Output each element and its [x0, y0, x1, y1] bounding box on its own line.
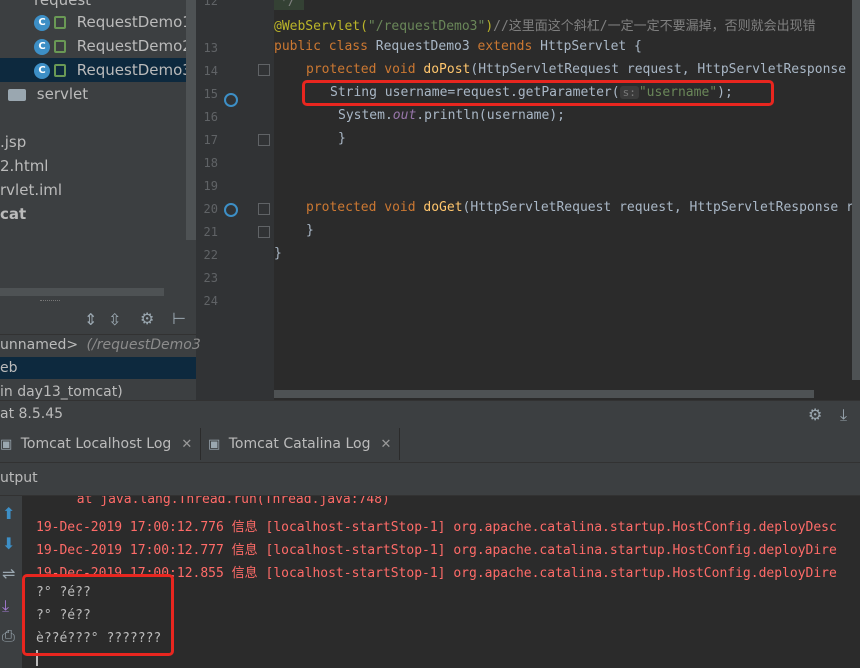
arrow-up-icon[interactable]: ⬆: [2, 504, 15, 523]
lock-icon: [54, 64, 66, 77]
highlight-box-getparameter: [302, 80, 774, 106]
editor-gutter: 12 13 14 15 16 17 18 19 20 21 22 23 24: [196, 0, 274, 400]
code-line-14: public class RequestDemo3 extends HttpSe…: [274, 39, 642, 54]
services-item-unnamed[interactable]: unnamed> (/requestDemo3: [0, 334, 201, 356]
fold-icon[interactable]: [258, 134, 270, 146]
collapse-all-icon[interactable]: ⇳: [108, 310, 121, 329]
fold-icon[interactable]: [258, 226, 270, 238]
console-icon: ▣: [208, 437, 221, 452]
vertical-scrollbar[interactable]: [186, 0, 196, 240]
gear-icon[interactable]: ⚙: [808, 405, 822, 424]
arrow-down-icon[interactable]: ⬇: [2, 534, 15, 553]
soft-wrap-icon[interactable]: ⇌: [2, 564, 15, 583]
code-line-17: System.out.println(username);: [338, 108, 565, 123]
override-method-icon[interactable]: [224, 93, 238, 107]
fold-icon[interactable]: [258, 64, 270, 76]
services-item-web[interactable]: eb: [0, 357, 196, 379]
code-line-13: @WebServlet("/requestDemo3")//这里面这个斜杠/一定…: [274, 19, 816, 34]
tree-item-requestdemo3[interactable]: C RequestDemo3: [0, 58, 196, 82]
highlight-box-garbled-output: [22, 574, 174, 656]
tree-file-iml[interactable]: rvlet.iml: [0, 178, 62, 202]
editor-horizontal-scrollbar[interactable]: [274, 390, 814, 398]
hide-panel-icon[interactable]: ⤓: [840, 405, 847, 425]
services-toolbar: ⇕ ⇳ ⚙ ⊢: [0, 306, 196, 335]
tab-tomcat-localhost-log[interactable]: ▣ Tomcat Localhost Log ✕: [0, 428, 202, 460]
tree-file-html[interactable]: 2.html: [0, 154, 48, 178]
gear-icon[interactable]: ⚙: [140, 309, 154, 328]
tree-item-tomcat[interactable]: cat: [0, 202, 26, 226]
code-editor[interactable]: */ @WebServlet("/requestDemo3")//这里面这个斜杠…: [274, 0, 860, 400]
pin-icon[interactable]: ⊢: [172, 309, 186, 328]
print-icon[interactable]: ⎙: [2, 626, 15, 646]
lock-icon: [54, 40, 66, 53]
output-header: utput: [0, 463, 860, 496]
horizontal-scrollbar[interactable]: [0, 288, 164, 296]
tree-item-requestdemo2[interactable]: C RequestDemo2: [34, 34, 196, 58]
log-tabs: ▣ Tomcat Localhost Log ✕ ▣ Tomcat Catalin…: [0, 428, 860, 463]
tree-folder-servlet[interactable]: servlet: [8, 82, 88, 106]
console-side-toolbar: ⬆ ⬇ ⇌ ⤓ ⎙: [0, 496, 22, 668]
folder-icon: [8, 88, 26, 101]
fold-icon[interactable]: [258, 203, 270, 215]
expand-all-icon[interactable]: ⇕: [84, 310, 97, 329]
class-icon: C: [34, 38, 50, 55]
close-icon[interactable]: ✕: [181, 437, 192, 452]
code-line-21: protected void doGet(HttpServletRequest …: [306, 200, 854, 215]
tree-file-jsp[interactable]: .jsp: [0, 130, 26, 154]
lock-icon: [54, 16, 66, 29]
class-icon: C: [34, 14, 50, 31]
console-output[interactable]: at java.lang.Thread.run(Thread.java:748)…: [22, 496, 860, 668]
console-icon: ▣: [0, 437, 13, 452]
run-toolbar: at 8.5.45 ⚙ ⤓: [0, 400, 860, 429]
tab-tomcat-catalina-log[interactable]: ▣ Tomcat Catalina Log ✕: [200, 428, 401, 460]
override-method-icon[interactable]: [224, 203, 238, 217]
class-icon: C: [34, 62, 50, 79]
tree-item-requestdemo1[interactable]: C RequestDemo1: [34, 10, 196, 34]
close-icon[interactable]: ✕: [380, 437, 391, 452]
scroll-to-end-icon[interactable]: ⤓: [2, 596, 9, 616]
code-line-15: protected void doPost(HttpServletRequest…: [306, 62, 847, 77]
editor-vertical-scrollbar[interactable]: [852, 0, 860, 380]
services-panel: ⇕ ⇳ ⚙ ⊢ unnamed> (/requestDemo3 eb in da…: [0, 296, 201, 400]
project-tree: request C RequestDemo1 C RequestDemo2 C …: [0, 0, 196, 296]
